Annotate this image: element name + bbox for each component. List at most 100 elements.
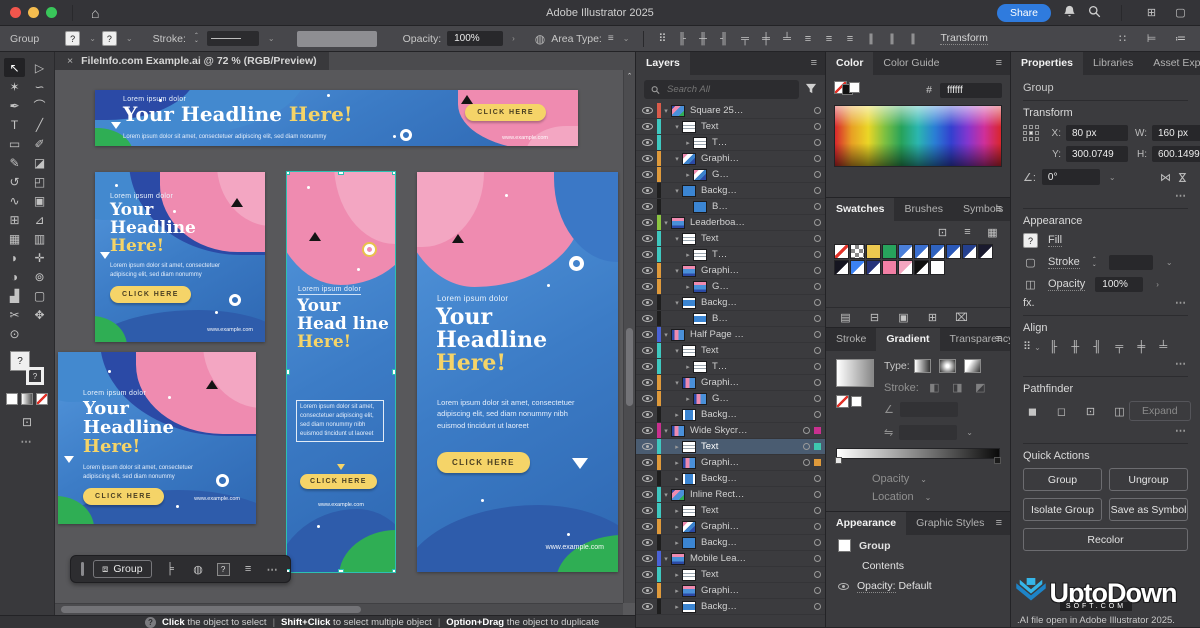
banner-body-textframe[interactable]: Lorem ipsum dolor sit amet, consectetuer… [296,400,384,442]
layer-row[interactable]: ▸Graphi… [636,583,825,599]
layer-name[interactable]: Graphi… [701,377,810,388]
layer-row[interactable]: B… [636,311,825,327]
expand-icon[interactable]: ▾ [672,267,682,275]
selection-handle[interactable] [287,369,290,375]
layer-name[interactable]: Inline Rect… [690,489,810,500]
x-field[interactable]: 80 px [1066,125,1128,141]
arrange-documents-icon[interactable]: ⊞ [1142,6,1161,19]
layer-name[interactable]: T… [712,249,810,260]
expand-icon[interactable]: ▸ [672,603,682,611]
expand-button[interactable]: Expand [1129,401,1191,421]
tab-libraries[interactable]: Libraries [1083,52,1143,75]
expand-icon[interactable]: ▾ [672,235,682,243]
y-field[interactable]: 300.0749 [1066,146,1128,162]
drag-handle[interactable] [81,562,84,576]
more-options-icon[interactable]: ⋯ [1175,296,1188,309]
horizontal-scrollbar[interactable] [55,603,623,615]
layer-thumbnail[interactable] [682,585,696,597]
help-icon[interactable]: ? [145,617,156,628]
target-icon[interactable] [814,315,821,322]
visibility-toggle-icon[interactable] [642,587,653,594]
selection-handle[interactable] [338,172,344,175]
target-icon[interactable] [814,347,821,354]
chevron-down-icon[interactable]: ⌄ [268,34,275,43]
layer-name[interactable]: B… [712,201,810,212]
expand-icon[interactable]: ▾ [672,187,682,195]
new-swatch-icon[interactable]: ⊞ [923,311,942,324]
layer-name[interactable]: Mobile Lea… [690,553,810,564]
selection-handle[interactable] [287,569,290,572]
swatch[interactable] [898,244,913,259]
stroke-weight-stepper[interactable]: ⌃⌄ [1092,258,1097,268]
gradient-stop[interactable] [835,457,842,464]
workspace-switcher-icon[interactable]: ▢ [1171,6,1190,19]
expand-icon[interactable]: ▸ [672,507,682,515]
expand-icon[interactable]: ▸ [672,539,682,547]
target-icon[interactable] [803,459,810,466]
selection-handle[interactable] [392,369,395,375]
layer-row[interactable]: ▸G… [636,167,825,183]
layer-row[interactable]: ▸ T… [636,247,825,263]
layer-thumbnail[interactable] [682,441,696,453]
visibility-toggle-icon[interactable] [642,251,653,258]
target-icon[interactable] [814,411,821,418]
target-icon[interactable] [814,491,821,498]
pen-tool[interactable]: ✒ [4,96,25,115]
selection-handle[interactable] [392,569,395,572]
type-tool[interactable]: T [4,115,25,134]
layer-name[interactable]: T… [712,361,810,372]
visibility-toggle-icon[interactable] [642,139,653,146]
layer-row[interactable]: ▸ T… [636,359,825,375]
layer-name[interactable]: Text [701,505,810,516]
tab-gradient[interactable]: Gradient [876,328,939,351]
bell-icon[interactable] [1063,5,1076,21]
visibility-toggle-icon[interactable] [642,315,653,322]
layer-row[interactable]: ▸T… [636,135,825,151]
target-icon[interactable] [814,187,821,194]
target-icon[interactable] [814,235,821,242]
color-group-icon[interactable]: ▣ [894,311,913,324]
visibility-toggle-icon[interactable] [642,555,653,562]
layer-name[interactable]: B… [712,313,810,324]
align-right-icon[interactable]: ╢ [714,33,733,45]
swatch[interactable] [866,244,881,259]
layer-name[interactable]: Text [701,121,810,132]
pencil-tool[interactable]: ✎ [4,153,25,172]
target-icon[interactable] [814,523,821,530]
target-icon[interactable] [814,203,821,210]
visibility-toggle-icon[interactable] [642,203,653,210]
draw-mode-button[interactable]: ⊡ [22,415,32,429]
artboard-inline-rectangle[interactable]: Lorem ipsum dolor Your Headline Here! Lo… [58,352,256,524]
gradient-aspect-field[interactable] [899,425,957,440]
layer-thumbnail[interactable] [682,409,696,421]
target-icon[interactable] [814,123,821,130]
layer-row[interactable]: ▸Backg… [636,599,825,615]
more-options-icon[interactable]: ⋯ [1175,190,1188,202]
opacity-label[interactable]: Opacity [1048,278,1085,291]
area-type-options-icon[interactable]: ≡ [608,33,614,44]
layer-name[interactable]: Graphi… [701,521,810,532]
expand-icon[interactable]: ▸ [683,251,693,259]
layer-row[interactable]: ▾Text [636,231,825,247]
target-icon[interactable] [803,443,810,450]
more-options-icon[interactable]: ⋯ [267,563,280,576]
target-icon[interactable] [814,219,821,226]
symbol-sprayer-tool[interactable]: ⊚ [29,267,50,286]
fill-stroke-proxy[interactable] [834,81,860,99]
target-icon[interactable] [814,155,821,162]
distribute-center-v-icon[interactable]: ≡ [819,33,838,45]
align-center-v-icon[interactable]: ╪ [756,33,775,45]
expand-icon[interactable]: ▸ [683,363,693,371]
align-bottom-icon[interactable]: ╧ [1154,341,1173,353]
fill-question-swatch[interactable]: ? [217,563,230,576]
selection-handle[interactable] [287,172,290,175]
layer-row[interactable]: ▸Backg… [636,471,825,487]
slice-tool[interactable]: ✂ [4,305,25,324]
tab-properties[interactable]: Properties [1011,52,1083,75]
artboard-wide-skyscraper[interactable]: Lorem ipsum dolor Your Head lineHere! Lo… [287,172,395,572]
layer-name[interactable]: Graphi… [701,153,810,164]
layer-name[interactable]: Graphi… [701,585,810,596]
layer-name[interactable]: G… [712,169,810,180]
target-icon[interactable] [814,395,821,402]
expand-icon[interactable]: ▸ [683,139,693,147]
